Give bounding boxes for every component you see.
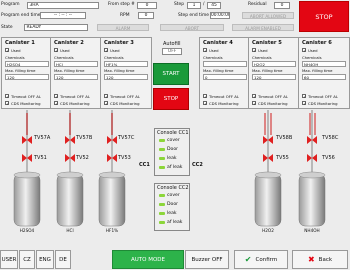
valve-tv57b-label: TV57B xyxy=(76,135,93,141)
auto-mode-button[interactable]: AUTO MODE xyxy=(112,250,184,269)
cc2-label: CC2 xyxy=(192,162,203,168)
tank-icon xyxy=(254,171,282,227)
valve-icon[interactable] xyxy=(22,154,32,164)
console-cc1-af-leak: af leak xyxy=(159,165,182,170)
led-icon xyxy=(159,212,165,215)
valve-tv55-label: TV55 xyxy=(276,155,289,161)
led-icon xyxy=(159,221,165,224)
tank-5: NH4OH xyxy=(298,170,326,233)
tank-3: HF1% xyxy=(98,170,126,233)
valve-tv53-label: TV53 xyxy=(118,155,131,161)
console-cc2-cover: cover xyxy=(159,193,180,198)
led-icon xyxy=(159,203,165,206)
valve-icon[interactable] xyxy=(307,136,317,146)
user-button[interactable]: USER xyxy=(0,250,18,269)
valve-icon[interactable] xyxy=(263,136,273,146)
back-button[interactable]: ✖ Back xyxy=(292,250,348,269)
led-icon xyxy=(159,166,165,169)
cc1-label: CC1 xyxy=(139,162,150,168)
valve-tv56-label: TV56 xyxy=(322,155,335,161)
console-cc1-door: Door xyxy=(159,147,178,152)
tank-icon xyxy=(56,171,84,227)
lang-eng-button[interactable]: ENG xyxy=(36,250,54,269)
led-icon xyxy=(159,157,165,160)
tank-label: H2O2 xyxy=(262,228,274,233)
tank-4: H2O2 xyxy=(254,170,282,233)
buzzer-button[interactable]: Buzzer OFF xyxy=(185,250,229,269)
valve-tv57a-label: TV57A xyxy=(34,135,51,141)
tank-label: HCl xyxy=(66,228,74,233)
valve-icon[interactable] xyxy=(22,136,32,146)
console-cc1-title: Console CC1 xyxy=(157,130,189,136)
console-cc2-af-leak: af leak xyxy=(159,220,182,225)
console-cc1: Console CC1 cover Door leak af leak xyxy=(154,128,190,176)
valve-tv57c-label: TV57C xyxy=(118,135,135,141)
lang-de-button[interactable]: DE xyxy=(55,250,71,269)
console-cc2-door: Door xyxy=(159,202,178,207)
close-icon: ✖ xyxy=(307,255,315,264)
lang-cz-button[interactable]: CZ xyxy=(19,250,35,269)
tank-icon xyxy=(13,171,41,227)
checkmark-icon: ✔ xyxy=(244,255,252,264)
led-icon xyxy=(159,139,165,142)
tank-1: H2SO4 xyxy=(13,170,41,233)
tank-icon xyxy=(298,171,326,227)
valve-icon[interactable] xyxy=(65,136,75,146)
console-cc1-leak: leak xyxy=(159,156,177,161)
console-cc2-leak: leak xyxy=(159,211,177,216)
console-cc2-title: Console CC2 xyxy=(157,185,189,191)
tank-label: H2SO4 xyxy=(19,228,35,233)
led-icon xyxy=(159,148,165,151)
valve-icon[interactable] xyxy=(107,154,117,164)
valve-tv58b-label: TV58B xyxy=(276,135,293,141)
valve-icon[interactable] xyxy=(107,136,117,146)
tank-icon xyxy=(98,171,126,227)
valve-icon[interactable] xyxy=(263,154,273,164)
valve-icon[interactable] xyxy=(65,154,75,164)
valve-tv58c-label: TV58C xyxy=(322,135,339,141)
led-icon xyxy=(159,194,165,197)
tank-2: HCl xyxy=(56,170,84,233)
valve-tv52-label: TV52 xyxy=(76,155,89,161)
tank-label: NH4OH xyxy=(304,228,320,233)
valve-icon[interactable] xyxy=(307,154,317,164)
confirm-button[interactable]: ✔ Confirm xyxy=(234,250,288,269)
valve-tv51-label: TV51 xyxy=(34,155,47,161)
tank-label: HF1% xyxy=(105,228,119,233)
console-cc1-cover: cover xyxy=(159,138,180,143)
console-cc2: Console CC2 cover Door leak af leak xyxy=(154,183,190,231)
